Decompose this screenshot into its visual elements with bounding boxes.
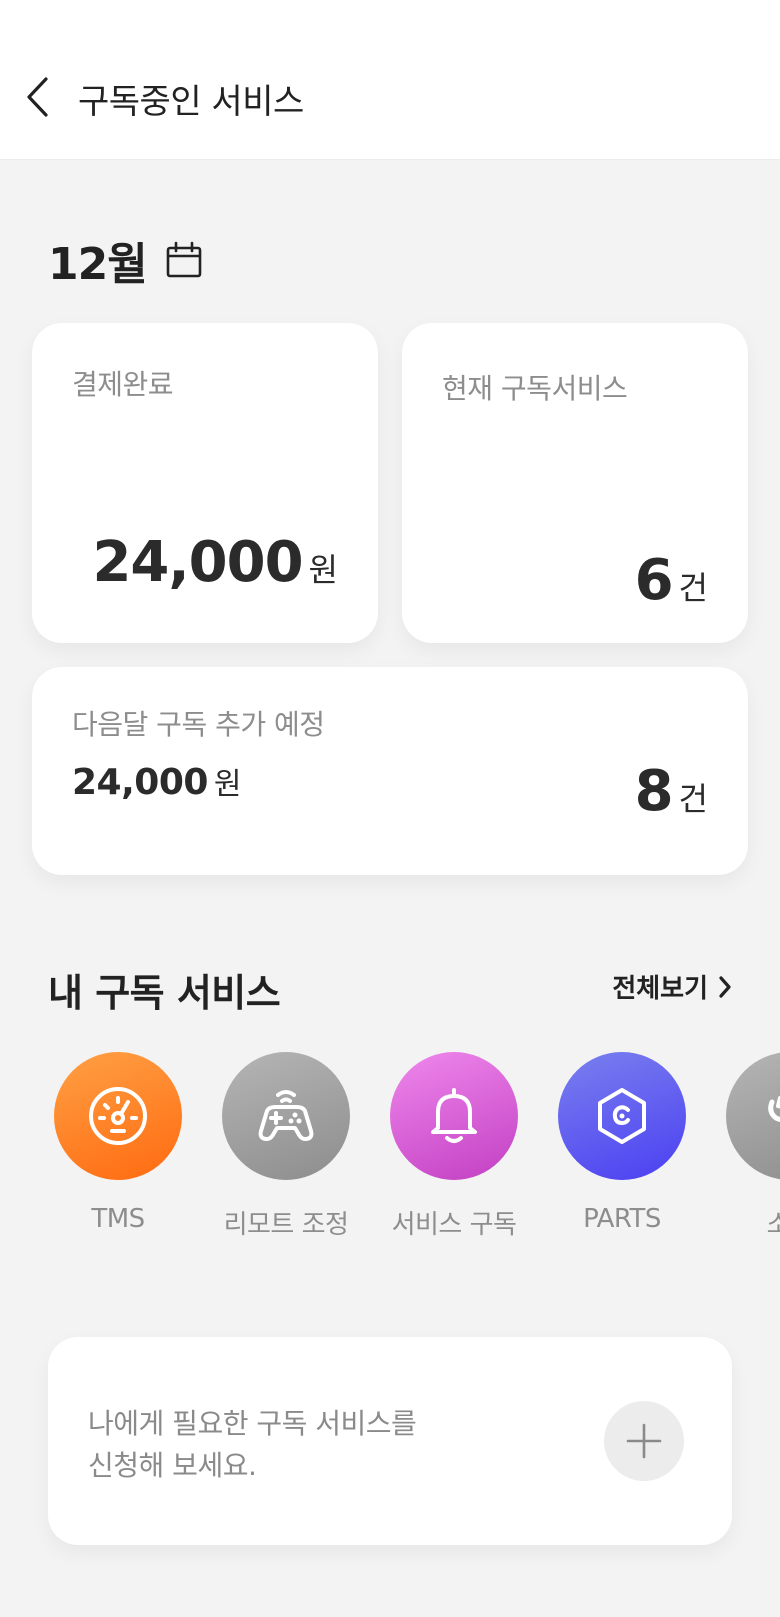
- chevron-left-icon: [27, 77, 48, 117]
- paid-amount-value: 24,000: [92, 530, 303, 595]
- next-count: 8 건: [635, 759, 708, 824]
- header: 구독중인 서비스: [0, 0, 780, 160]
- current-services-card[interactable]: 현재 구독서비스 6 건: [402, 323, 748, 643]
- month-label: 12월: [48, 239, 148, 290]
- next-amount-value: 24,000: [72, 762, 208, 803]
- paid-label: 결제완료: [72, 368, 174, 401]
- service-circle: [222, 1052, 350, 1180]
- apply-service-card[interactable]: 나에게 필요한 구독 서비스를 신청해 보세요.: [48, 1337, 732, 1545]
- back-button[interactable]: [18, 72, 58, 122]
- current-count-unit: 건: [678, 569, 708, 607]
- service-label: PARTS: [583, 1204, 661, 1234]
- apply-message-line-2: 신청해 보세요.: [88, 1449, 257, 1482]
- service-circle: [390, 1052, 518, 1180]
- service-circle: [726, 1052, 780, 1180]
- current-count-value: 6: [634, 548, 674, 613]
- service-label: 소모: [766, 1210, 780, 1240]
- apply-message: 나에게 필요한 구독 서비스를 신청해 보세요.: [88, 1403, 417, 1487]
- next-amount-unit: 원: [213, 767, 242, 802]
- next-month-card[interactable]: 다음달 구독 추가 예정 24,000 원 8 건: [32, 667, 748, 875]
- service-label: 리모트 조정: [223, 1210, 349, 1240]
- next-count-unit: 건: [678, 780, 708, 818]
- paid-amount-unit: 원: [308, 551, 338, 589]
- service-label: TMS: [91, 1204, 145, 1234]
- plus-icon: [626, 1423, 662, 1459]
- service-circle: [54, 1052, 182, 1180]
- current-label: 현재 구독서비스: [442, 372, 628, 405]
- chevron-right-icon: [718, 974, 736, 1000]
- hexagon-icon: [598, 1088, 646, 1144]
- view-all-button[interactable]: 전체보기: [612, 968, 736, 1005]
- page: 구독중인 서비스 12월 결제완료 24,000 원 현재 구독서비스 6 건: [0, 0, 780, 1617]
- next-amount: 24,000 원: [72, 759, 242, 803]
- page-title: 구독중인 서비스: [78, 82, 304, 122]
- paid-summary-card[interactable]: 결제완료 24,000 원: [32, 323, 378, 643]
- month-selector: 12월: [48, 228, 205, 292]
- apply-message-line-1: 나에게 필요한 구독 서비스를: [88, 1407, 417, 1440]
- view-all-label: 전체보기: [612, 974, 708, 1004]
- bell-icon: [431, 1088, 477, 1143]
- service-circle: [558, 1052, 686, 1180]
- gamepad-icon: [258, 1090, 314, 1141]
- current-count: 6 건: [635, 548, 708, 613]
- add-service-button[interactable]: [604, 1401, 684, 1481]
- next-label: 다음달 구독 추가 예정: [72, 708, 325, 741]
- wrench-icon: [768, 1096, 780, 1122]
- service-label: 서비스 구독: [391, 1210, 517, 1240]
- gauge-icon: [89, 1087, 147, 1145]
- next-count-value: 8: [634, 759, 674, 824]
- calendar-icon: [166, 241, 202, 278]
- section-title: 내 구독 서비스: [48, 971, 281, 1015]
- calendar-button[interactable]: [163, 239, 205, 281]
- paid-amount: 24,000 원: [92, 530, 338, 595]
